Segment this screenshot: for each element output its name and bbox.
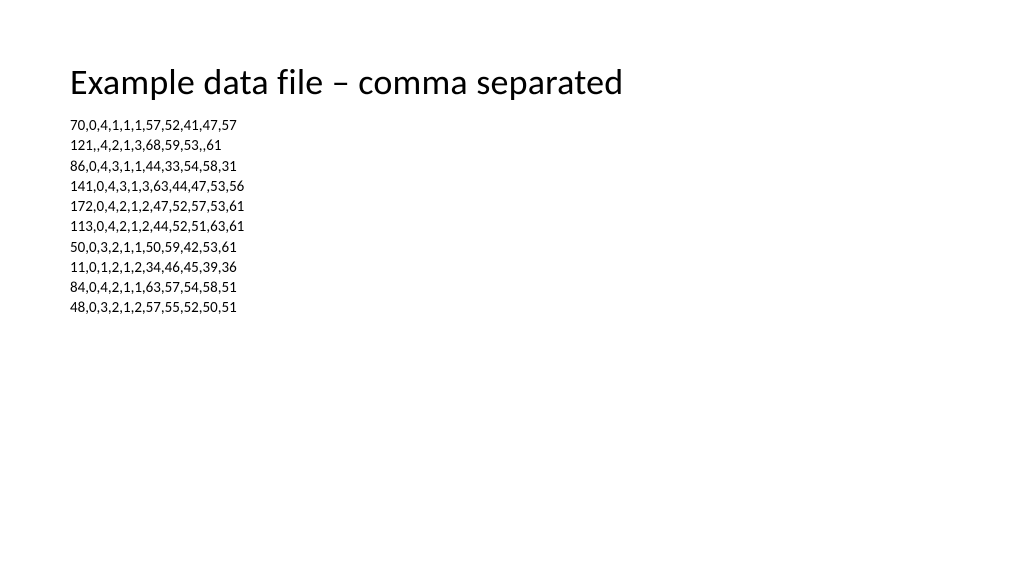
data-line: 50,0,3,2,1,1,50,59,42,53,61 [70,238,954,258]
data-line: 172,0,4,2,1,2,47,52,57,53,61 [70,197,954,217]
data-line: 84,0,4,2,1,1,63,57,54,58,51 [70,278,954,298]
data-line: 86,0,4,3,1,1,44,33,54,58,31 [70,157,954,177]
data-line: 121,,4,2,1,3,68,59,53,,61 [70,136,954,156]
data-line: 70,0,4,1,1,1,57,52,41,47,57 [70,116,954,136]
page-title: Example data file – comma separated [70,60,954,104]
data-line: 48,0,3,2,1,2,57,55,52,50,51 [70,298,954,318]
data-line: 113,0,4,2,1,2,44,52,51,63,61 [70,217,954,237]
data-line: 141,0,4,3,1,3,63,44,47,53,56 [70,177,954,197]
data-content: 70,0,4,1,1,1,57,52,41,47,57 121,,4,2,1,3… [70,116,954,319]
data-line: 11,0,1,2,1,2,34,46,45,39,36 [70,258,954,278]
